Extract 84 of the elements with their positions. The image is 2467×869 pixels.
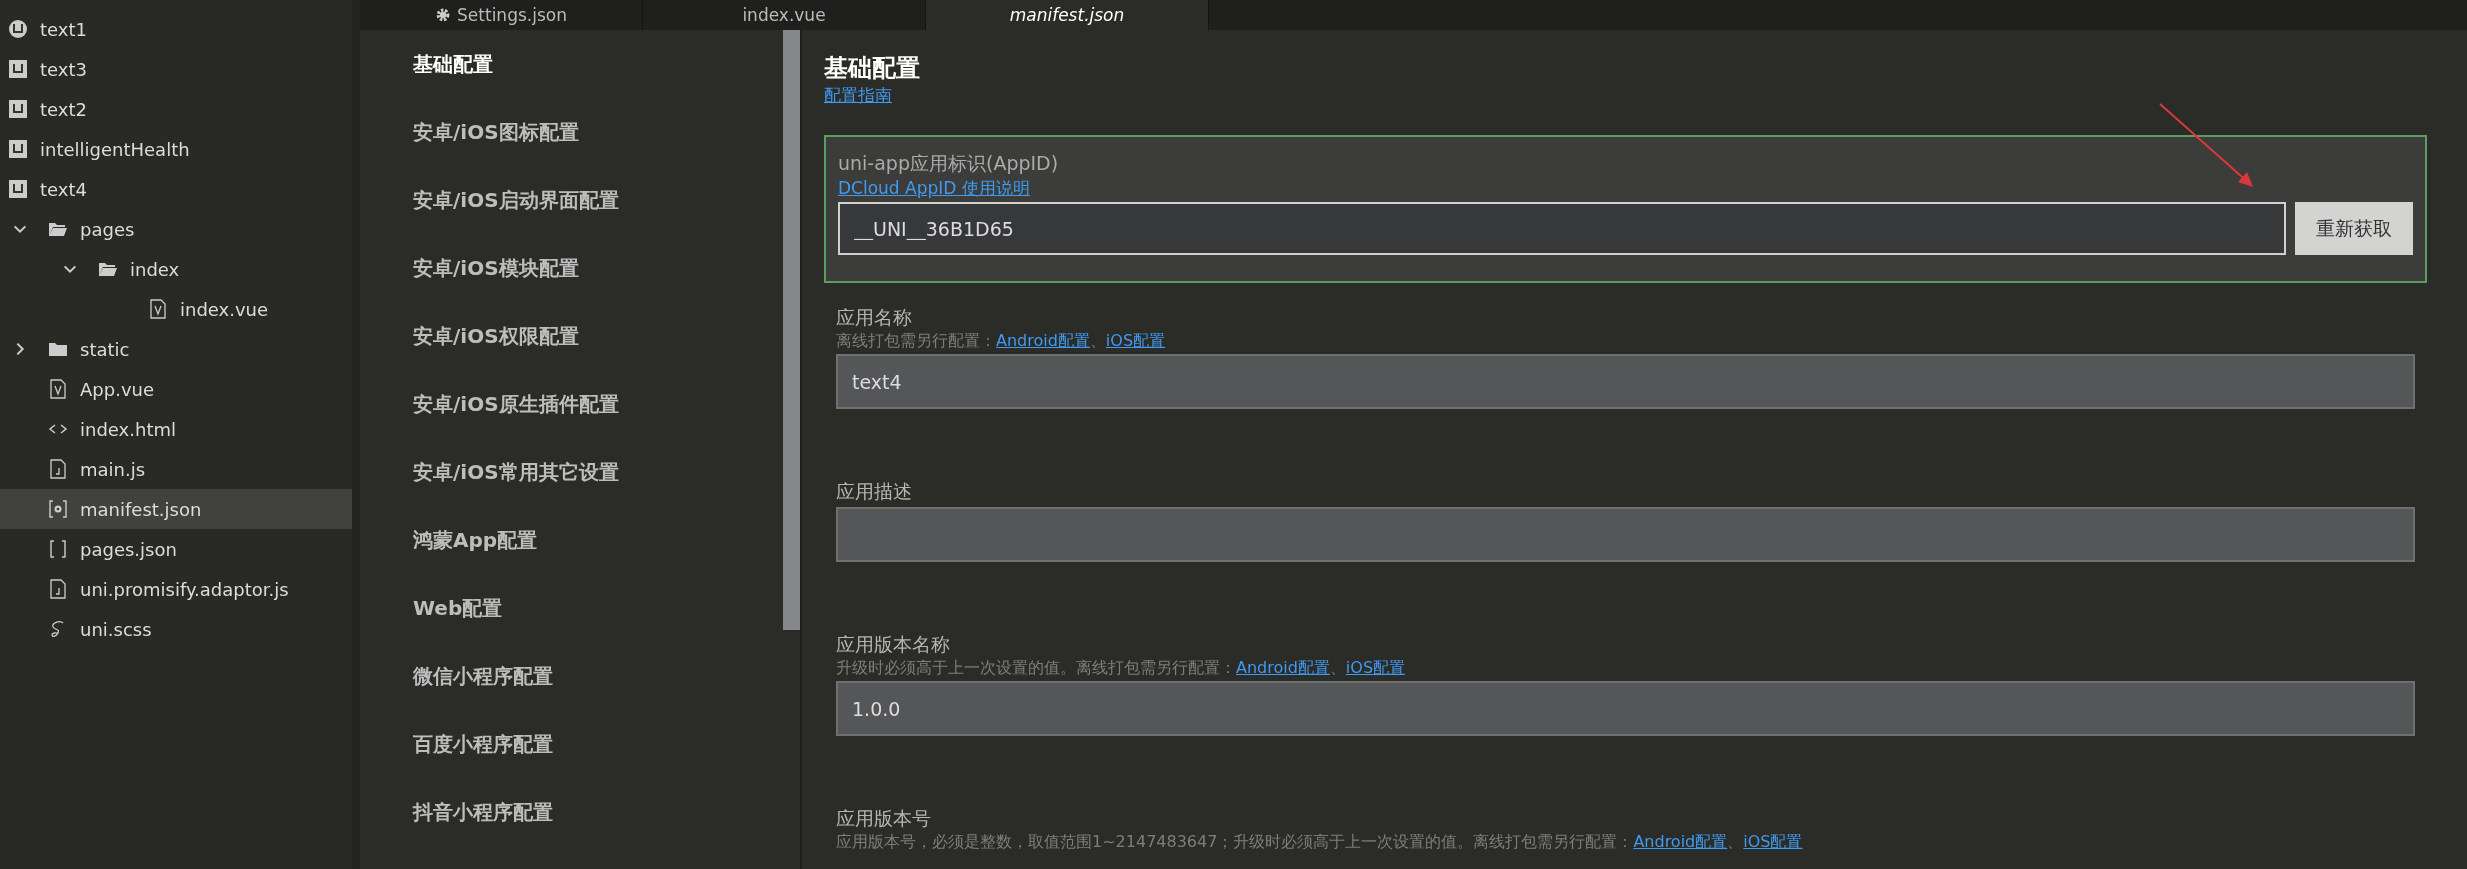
field-hint: 应用版本号，必须是整数，取值范围1~2147483647；升级时必须高于上一次设置的值。离线打包需另行配置： [836, 832, 1634, 853]
settings-menu-item[interactable]: Web配置 [413, 594, 783, 622]
scrollbar-thumb[interactable] [783, 30, 800, 630]
settings-file-icon [48, 499, 68, 519]
settings-menu-item[interactable]: 安卓/iOS启动界面配置 [413, 186, 783, 214]
config-link[interactable]: Android配置 [1633, 832, 1728, 853]
file-name: index.html [80, 418, 176, 440]
file-tree-item[interactable]: index.html [0, 409, 352, 449]
file-tree-item[interactable]: text3 [0, 49, 352, 89]
project-icon [8, 19, 28, 39]
file-tree-item[interactable]: pages [0, 209, 352, 249]
file-icon [48, 459, 68, 479]
file-tree-item[interactable]: App.vue [0, 369, 352, 409]
file-name: text1 [40, 18, 87, 40]
file-name: index [130, 258, 180, 280]
file-name: uni.scss [80, 618, 152, 640]
file-tree-item[interactable]: uni.scss [0, 609, 352, 649]
config-link[interactable]: Android配置 [996, 331, 1090, 352]
editor-tab[interactable]: Settings.json [360, 0, 643, 30]
project-icon [8, 99, 28, 119]
settings-menu-item[interactable]: 微信小程序配置 [413, 662, 783, 690]
config-link[interactable]: iOS配置 [1743, 832, 1803, 853]
file-tree-item[interactable]: pages.json [0, 529, 352, 569]
file-name: pages.json [80, 538, 177, 560]
file-name: pages [80, 218, 135, 240]
settings-menu-item[interactable]: 基础配置 [413, 50, 783, 78]
file-name: main.js [80, 458, 146, 480]
file-name: App.vue [80, 378, 155, 400]
project-icon [8, 179, 28, 199]
file-name: static [80, 338, 130, 360]
config-link[interactable]: Android配置 [1236, 658, 1330, 679]
settings-menu-item[interactable]: 抖音小程序配置 [413, 798, 783, 826]
settings-menu-item[interactable]: 安卓/iOS常用其它设置 [413, 458, 783, 486]
file-tree-item[interactable]: intelligentHealth [0, 129, 352, 169]
file-name: manifest.json [80, 498, 202, 520]
file-name: index.vue [180, 298, 269, 320]
file-name: intelligentHealth [40, 138, 190, 160]
file-tree-item[interactable]: index [0, 249, 352, 289]
file-tree-item[interactable]: static [0, 329, 352, 369]
config-link[interactable]: iOS配置 [1345, 658, 1406, 679]
field-label: 应用描述 [836, 479, 912, 504]
help-link[interactable]: DCloud AppID 使用说明 [838, 177, 1030, 200]
file-tree-item[interactable]: text1 [0, 9, 352, 49]
settings-menu-item[interactable]: 安卓/iOS原生插件配置 [413, 390, 783, 418]
brackets-icon [48, 539, 68, 559]
file-tree-item[interactable]: main.js [0, 449, 352, 489]
text-input[interactable] [836, 507, 2415, 562]
field-label: uni-app应用标识(AppID) [838, 151, 1059, 176]
vue-file-icon [148, 299, 168, 319]
file-tree-item[interactable]: text4 [0, 169, 352, 209]
field-hint: 升级时必须高于上一次设置的值。离线打包需另行配置： [836, 658, 1236, 679]
file-icon [48, 579, 68, 599]
separator: 、 [1329, 658, 1346, 679]
file-name: text2 [40, 98, 87, 120]
settings-menu-item[interactable]: 百度小程序配置 [413, 730, 783, 758]
file-name: uni.promisify.adaptor.js [80, 578, 289, 600]
field-label: 应用版本名称 [836, 632, 950, 657]
settings-menu-item[interactable]: 安卓/iOS图标配置 [413, 118, 783, 146]
field-label: 应用版本号 [836, 806, 931, 831]
vue-file-icon [48, 379, 68, 399]
file-name: text3 [40, 58, 87, 80]
guide-link[interactable]: 配置指南 [824, 84, 892, 107]
separator: 、 [1089, 331, 1106, 352]
file-tree-item[interactable]: manifest.json [0, 489, 352, 529]
settings-menu-item[interactable]: 安卓/iOS模块配置 [413, 254, 783, 282]
file-name: text4 [40, 178, 87, 200]
appid-input[interactable]: __UNI__36B1D65 [838, 202, 2286, 255]
section-title: 基础配置 [824, 53, 921, 84]
settings-icon [435, 7, 452, 23]
project-icon [8, 59, 28, 79]
refresh-button[interactable]: 重新获取 [2295, 202, 2413, 255]
settings-menu-item[interactable]: 鸿蒙App配置 [413, 526, 783, 554]
config-link[interactable]: iOS配置 [1105, 331, 1166, 352]
separator: 、 [1727, 832, 1744, 853]
field-hint: 离线打包需另行配置： [836, 331, 996, 352]
text-input[interactable]: text4 [836, 354, 2415, 409]
field-label: 应用名称 [836, 305, 912, 330]
text-input[interactable]: 1.0.0 [836, 681, 2415, 736]
file-tree-item[interactable]: uni.promisify.adaptor.js [0, 569, 352, 609]
project-icon [8, 139, 28, 159]
editor-tab[interactable]: manifest.json [926, 0, 1209, 30]
settings-menu-item[interactable]: 安卓/iOS权限配置 [413, 322, 783, 350]
file-tree-item[interactable]: text2 [0, 89, 352, 129]
file-tree-item[interactable]: index.vue [0, 289, 352, 329]
